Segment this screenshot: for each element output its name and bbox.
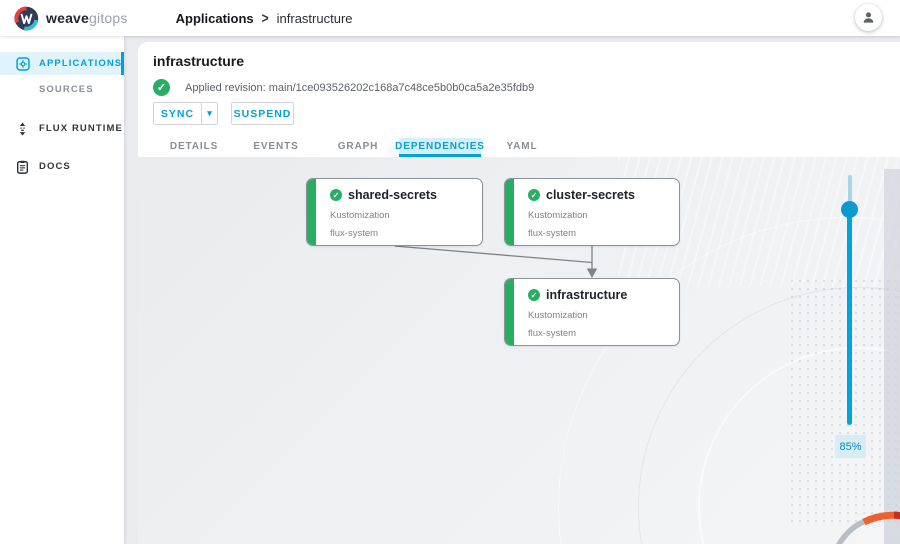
weave-gitops-logo[interactable]: weavegitops [14, 6, 128, 31]
sidebar-item-docs[interactable]: DOCS [0, 155, 124, 178]
sidebar-item-label: FLUX RUNTIME [39, 123, 123, 134]
docs-icon [15, 159, 30, 174]
node-kind: Kustomization [528, 310, 679, 321]
caret-down-icon: ▾ [207, 108, 212, 119]
check-circle-icon: ✓ [528, 289, 540, 301]
sidebar-item-label: APPLICATIONS [39, 58, 122, 69]
tab-events[interactable]: EVENTS [235, 138, 317, 157]
app-detail-header: infrastructure ✓ Applied revision: main/… [138, 42, 900, 157]
applied-revision-text: Applied revision: main/1ce093526202c168a… [185, 82, 534, 94]
sidebar: APPLICATIONS SOURCES FLUX RUNTIME [0, 36, 124, 544]
sync-button[interactable]: SYNC [154, 103, 201, 124]
arrowhead-icon [587, 269, 597, 279]
tab-bar: DETAILS EVENTS GRAPH DEPENDENCIES YAML [153, 138, 563, 157]
node-body: ✓ cluster-secrets Kustomization flux-sys… [514, 179, 679, 245]
applications-icon [15, 56, 30, 71]
node-status-strip [505, 279, 514, 345]
node-namespace: flux-system [330, 228, 482, 239]
sidebar-item-flux-runtime[interactable]: FLUX RUNTIME [0, 117, 124, 140]
applied-revision-row: ✓ Applied revision: main/1ce093526202c16… [153, 79, 534, 96]
weave-logo-icon [14, 6, 39, 31]
node-name: infrastructure [546, 288, 627, 302]
breadcrumb-chevron-icon: > [262, 9, 269, 27]
node-namespace: flux-system [528, 328, 679, 339]
sidebar-item-sources[interactable]: SOURCES [0, 78, 124, 101]
tab-details[interactable]: DETAILS [153, 138, 235, 157]
breadcrumb-section[interactable]: Applications [176, 11, 254, 26]
sidebar-item-applications[interactable]: APPLICATIONS [0, 52, 124, 75]
check-circle-icon: ✓ [153, 79, 170, 96]
check-circle-icon: ✓ [330, 189, 342, 201]
check-glyph: ✓ [531, 291, 538, 300]
watermark-orange-arc [750, 484, 900, 544]
action-buttons: SYNC ▾ SUSPEND [153, 102, 294, 125]
tab-yaml[interactable]: YAML [481, 138, 563, 157]
check-circle-icon: ✓ [528, 189, 540, 201]
suspend-button[interactable]: SUSPEND [231, 102, 294, 125]
node-name: shared-secrets [348, 188, 437, 202]
tab-dependencies[interactable]: DEPENDENCIES [399, 138, 481, 157]
graph-node-infrastructure[interactable]: ✓ infrastructure Kustomization flux-syst… [504, 278, 680, 346]
tab-graph[interactable]: GRAPH [317, 138, 399, 157]
node-body: ✓ shared-secrets Kustomization flux-syst… [316, 179, 482, 245]
node-kind: Kustomization [330, 210, 482, 221]
graph-node-cluster-secrets[interactable]: ✓ cluster-secrets Kustomization flux-sys… [504, 178, 680, 246]
user-account-button[interactable] [855, 4, 882, 31]
sync-button-group: SYNC ▾ [153, 102, 218, 125]
breadcrumb: Applications > infrastructure [176, 11, 353, 26]
node-name: cluster-secrets [546, 188, 635, 202]
graph-node-shared-secrets[interactable]: ✓ shared-secrets Kustomization flux-syst… [306, 178, 483, 246]
sidebar-item-label: DOCS [39, 161, 71, 172]
zoom-level-badge: 85% [835, 435, 866, 458]
node-kind: Kustomization [528, 210, 679, 221]
flux-runtime-icon [15, 121, 30, 136]
sync-dropdown-button[interactable]: ▾ [201, 103, 217, 124]
zoom-slider-thumb[interactable] [841, 201, 858, 218]
check-glyph: ✓ [531, 191, 538, 200]
logo-wordmark: weavegitops [46, 10, 128, 26]
person-icon [861, 10, 876, 25]
check-glyph: ✓ [157, 81, 166, 94]
watermark-dots [788, 277, 900, 527]
page-title: infrastructure [153, 53, 244, 69]
node-body: ✓ infrastructure Kustomization flux-syst… [514, 279, 679, 345]
top-bar: weavegitops Applications > infrastructur… [0, 0, 900, 36]
sidebar-item-label: SOURCES [39, 84, 94, 95]
watermark-vertical-strip [884, 169, 900, 544]
dependencies-graph-canvas[interactable]: ✓ shared-secrets Kustomization flux-syst… [138, 157, 900, 544]
zoom-slider-track[interactable] [847, 202, 852, 425]
node-namespace: flux-system [528, 228, 679, 239]
check-glyph: ✓ [333, 191, 340, 200]
node-status-strip [505, 179, 514, 245]
watermark-circle [698, 347, 900, 544]
node-status-strip [307, 179, 316, 245]
breadcrumb-page: infrastructure [277, 11, 353, 26]
